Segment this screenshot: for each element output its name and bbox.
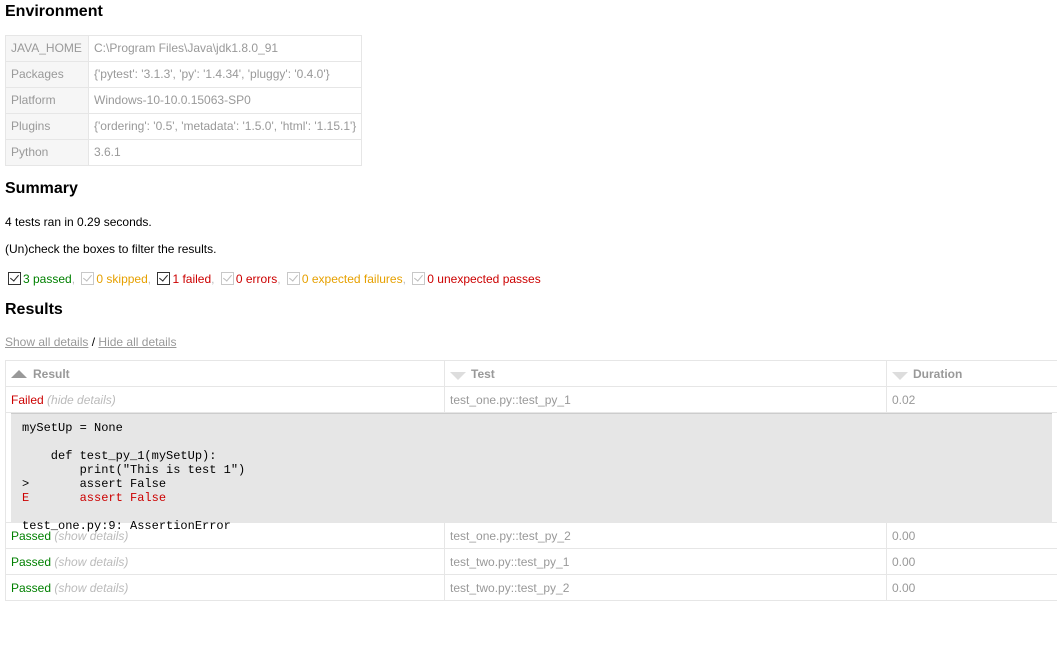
hide-all-details-link[interactable]: Hide all details xyxy=(98,335,176,349)
toggle-details-link[interactable]: (hide details) xyxy=(47,393,116,407)
environment-table: JAVA_HOME C:\Program Files\Java\jdk1.8.0… xyxy=(5,35,363,166)
filter-passed-label: 3 passed xyxy=(23,272,72,286)
column-header-test[interactable]: Test xyxy=(444,360,887,387)
env-row: Platform Windows-10-10.0.15063-SP0 xyxy=(5,87,363,114)
show-all-details-link[interactable]: Show all details xyxy=(5,335,88,349)
env-key: Packages xyxy=(5,61,89,88)
details-links: Show all details / Hide all details xyxy=(5,335,1057,349)
log-line: mySetUp = None xyxy=(22,421,123,435)
results-table: Result Test Duration Failed (hide detail… xyxy=(5,360,1057,601)
env-key: Python xyxy=(5,139,89,166)
log-row: mySetUp = None def test_py_1(mySetUp): p… xyxy=(5,412,1057,533)
result-status: Passed xyxy=(11,528,52,543)
duration-cell: 0.00 xyxy=(886,548,1057,575)
filter-separator: , xyxy=(147,272,152,286)
filter-separator: , xyxy=(277,272,281,286)
results-heading: Results xyxy=(5,301,63,318)
filter-separator: , xyxy=(402,272,406,286)
sort-descending-icon xyxy=(892,371,908,380)
filter-failed-checkbox[interactable] xyxy=(157,272,171,285)
env-row: JAVA_HOME C:\Program Files\Java\jdk1.8.0… xyxy=(5,35,363,62)
env-value: Windows-10-10.0.15063-SP0 xyxy=(87,87,363,114)
filter-expected-failures-label: 0 expected failures xyxy=(301,272,403,286)
test-name-cell: test_two.py::test_py_1 xyxy=(444,548,887,575)
filter-separator: , xyxy=(211,272,215,286)
test-name-cell: test_one.py::test_py_2 xyxy=(444,522,887,549)
filter-unexpected-passes-checkbox[interactable] xyxy=(412,272,426,285)
duration-cell: 0.02 xyxy=(886,386,1057,413)
results-header-row: Result Test Duration xyxy=(5,360,1057,387)
filter-errors-checkbox[interactable] xyxy=(220,272,234,285)
duration-cell: 0.00 xyxy=(886,574,1057,601)
filter-hint-text: (Un)check the boxes to filter the result… xyxy=(5,242,217,256)
column-header-test-label: Test xyxy=(471,366,495,381)
log-line: def test_py_1(mySetUp): xyxy=(22,449,217,463)
env-key: Plugins xyxy=(5,113,89,140)
table-row: Failed (hide details) test_one.py::test_… xyxy=(5,386,1057,413)
env-value: {'pytest': '3.1.3', 'py': '1.4.34', 'plu… xyxy=(87,61,363,88)
result-status: Failed xyxy=(11,392,44,407)
column-header-duration[interactable]: Duration xyxy=(886,360,1057,387)
env-key: Platform xyxy=(5,87,89,114)
env-value: 3.6.1 xyxy=(87,139,363,166)
filter-skipped-label: 0 skipped xyxy=(96,272,148,286)
filter-unexpected-passes-label: 0 unexpected passes xyxy=(427,272,541,286)
tests-ran-text: 4 tests ran in 0.29 seconds. xyxy=(5,215,152,229)
result-status: Passed xyxy=(11,554,52,569)
sort-ascending-icon xyxy=(11,369,27,378)
env-value: C:\Program Files\Java\jdk1.8.0_91 xyxy=(87,35,363,62)
log-line: print("This is test 1") xyxy=(22,463,246,477)
table-row: Passed (show details) test_two.py::test_… xyxy=(5,548,1057,575)
environment-heading: Environment xyxy=(5,3,103,20)
duration-cell: 0.00 xyxy=(886,522,1057,549)
toggle-details-link[interactable]: (show details) xyxy=(54,529,128,543)
result-cell: Passed (show details) xyxy=(5,548,445,575)
log-cell: mySetUp = None def test_py_1(mySetUp): p… xyxy=(5,412,1057,533)
env-row: Plugins {'ordering': '0.5', 'metadata': … xyxy=(5,113,363,140)
toggle-details-link[interactable]: (show details) xyxy=(54,555,128,569)
result-cell: Passed (show details) xyxy=(5,574,445,601)
toggle-details-link[interactable]: (show details) xyxy=(54,581,128,595)
filter-passed-checkbox[interactable] xyxy=(8,272,21,285)
table-row: Passed (show details) test_two.py::test_… xyxy=(5,574,1057,601)
sort-descending-icon xyxy=(450,371,466,380)
filter-expected-failures-checkbox[interactable] xyxy=(286,272,300,285)
filter-separator: , xyxy=(71,272,76,286)
log-line: > assert False xyxy=(22,477,167,491)
result-status: Passed xyxy=(11,580,52,595)
column-header-duration-label: Duration xyxy=(913,366,963,381)
details-separator: / xyxy=(91,335,96,349)
log-error-line: E assert False xyxy=(22,491,167,505)
filter-failed-label: 1 failed xyxy=(172,272,212,286)
result-filters: 3 passed, 0 skipped, 1 failed, 0 errors,… xyxy=(5,271,1057,287)
result-cell: Failed (hide details) xyxy=(5,386,445,413)
filter-skipped-checkbox[interactable] xyxy=(81,272,95,285)
summary-heading: Summary xyxy=(5,180,78,197)
test-name-cell: test_two.py::test_py_2 xyxy=(444,574,887,601)
env-row: Python 3.6.1 xyxy=(5,139,363,166)
column-header-result-label: Result xyxy=(33,366,70,381)
env-value: {'ordering': '0.5', 'metadata': '1.5.0',… xyxy=(87,113,363,140)
failure-log: mySetUp = None def test_py_1(mySetUp): p… xyxy=(11,413,1052,533)
env-row: Packages {'pytest': '3.1.3', 'py': '1.4.… xyxy=(5,61,363,88)
column-header-result[interactable]: Result xyxy=(5,360,445,387)
filter-errors-label: 0 errors xyxy=(235,272,278,286)
env-key: JAVA_HOME xyxy=(5,35,89,62)
test-name-cell: test_one.py::test_py_1 xyxy=(444,386,887,413)
